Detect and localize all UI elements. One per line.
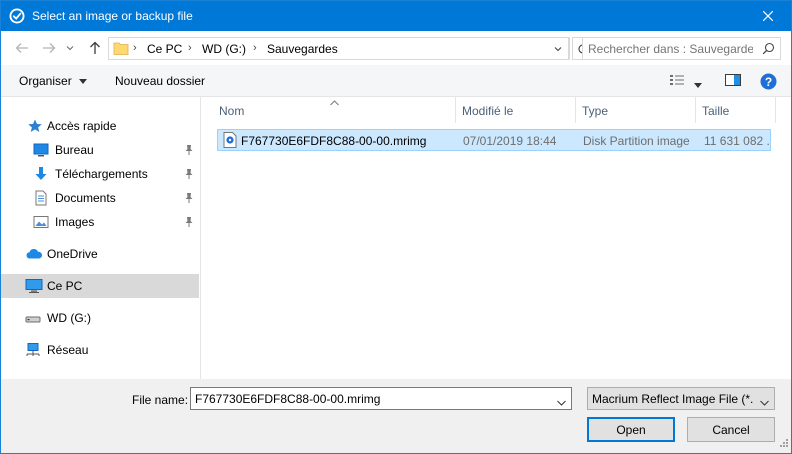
arrow-right-icon [43,43,56,53]
back-button[interactable] [14,40,30,56]
new-folder-button[interactable]: Nouveau dossier [115,74,205,88]
address-dropdown-button[interactable] [547,37,569,60]
help-icon: ? [760,73,777,90]
navigation-pane: Accès rapide Bureau Téléchargements Docu… [1,97,201,379]
address-row: › Ce PC › WD (G:) › Sauvegardes [1,31,791,65]
column-header-size[interactable]: Taille [696,97,776,123]
close-button[interactable] [745,1,791,31]
disk-image-file-icon [223,132,237,151]
breadcrumb-separator: › [253,42,257,54]
list-view-icon [670,75,684,85]
drive-icon [25,310,41,329]
download-icon [33,166,49,185]
table-row[interactable]: F767730E6FDF8C88-00-00.mrimg 07/01/2019 … [217,129,771,151]
pin-icon [184,192,194,207]
breadcrumb-wd-drive[interactable]: WD (G:) [202,42,246,56]
breadcrumb-separator: › [188,42,192,54]
cloud-icon [25,246,43,265]
sidebar-item-documents[interactable]: Documents [1,186,199,210]
sidebar-item-label: WD (G:) [47,311,91,325]
breadcrumb-sauvegardes[interactable]: Sauvegardes [267,42,338,56]
filename-combobox[interactable] [190,387,572,410]
open-button[interactable]: Open [587,417,675,442]
sidebar-item-images[interactable]: Images [1,210,199,234]
computer-icon [25,278,43,297]
search-icon [762,42,775,58]
pin-icon [184,216,194,231]
image-icon [33,214,49,233]
up-button[interactable] [87,40,103,56]
organize-button[interactable]: Organiser [19,74,88,88]
dialog-footer: File name: Macrium Reflect Image File (*… [1,379,791,453]
breadcrumb-ce-pc[interactable]: Ce PC [147,42,182,56]
column-header-type[interactable]: Type [576,97,696,123]
chevron-down-icon [66,46,74,51]
sidebar-item-label: Documents [55,191,116,205]
document-icon [33,190,49,209]
desktop-icon [33,142,49,161]
column-header-name[interactable]: Nom [213,97,456,123]
change-view-button[interactable] [669,73,685,90]
sidebar-item-telechargements[interactable]: Téléchargements [1,162,199,186]
cancel-button[interactable]: Cancel [687,417,775,442]
sidebar-item-bureau[interactable]: Bureau [1,138,199,162]
sidebar-item-label: Bureau [55,143,94,157]
command-bar: Organiser Nouveau dossier ? [1,65,791,97]
column-header-modified[interactable]: Modifié le [456,97,576,123]
file-dialog-window: Select an image or backup file › Ce PC ›… [0,0,792,454]
caret-down-icon [694,83,702,88]
file-size-cell: 11 631 082 ... [704,134,770,148]
recent-locations-button[interactable] [65,40,75,56]
sidebar-item-label: OneDrive [47,247,98,261]
svg-text:?: ? [765,75,772,89]
sidebar-item-quick-access[interactable]: Accès rapide [1,114,199,138]
view-options-dropdown[interactable] [694,78,702,92]
sidebar-item-wd-drive[interactable]: WD (G:) [1,306,199,330]
address-bar[interactable]: › Ce PC › WD (G:) › Sauvegardes [108,37,570,60]
close-icon [763,11,773,21]
preview-pane-button[interactable] [725,73,741,90]
sidebar-item-onedrive[interactable]: OneDrive [1,242,199,266]
sidebar-item-label: Téléchargements [55,167,148,181]
file-name-cell: F767730E6FDF8C88-00-00.mrimg [241,134,427,148]
sidebar-item-label: Accès rapide [47,119,117,133]
window-title: Select an image or backup file [32,9,193,23]
resize-grip-icon[interactable] [779,437,789,451]
network-icon [25,342,41,361]
sidebar-item-reseau[interactable]: Réseau [1,338,199,362]
search-input[interactable] [588,41,753,56]
star-icon [27,118,43,137]
file-type-cell: Disk Partition image [583,134,690,148]
filetype-selected-value: Macrium Reflect Image File (*.mrimg) [592,392,754,406]
pin-icon [184,144,194,159]
folder-icon [113,41,129,59]
preview-pane-icon [725,74,741,86]
sidebar-item-label: Ce PC [47,279,83,293]
organize-label: Organiser [19,74,72,88]
pin-icon [184,168,194,183]
filename-label: File name: [132,393,189,407]
file-list: Nom Modifié le Type Taille F767730E6FDF8… [201,97,791,379]
arrow-left-icon [15,43,28,53]
filename-input[interactable] [195,391,545,406]
arrow-up-icon [90,41,100,54]
sidebar-item-label: Images [55,215,95,229]
sidebar-item-label: Réseau [47,343,89,357]
app-icon [9,8,25,24]
sidebar-item-ce-pc[interactable]: Ce PC [1,274,199,298]
help-button[interactable]: ? [760,73,777,93]
chevron-down-icon [760,395,769,409]
caret-down-icon [79,78,88,84]
title-bar: Select an image or backup file [1,1,791,31]
search-box[interactable] [582,37,781,60]
file-modified-cell: 07/01/2019 18:44 [463,134,557,148]
chevron-down-icon [554,46,561,51]
filetype-select[interactable]: Macrium Reflect Image File (*.mrimg) [587,387,775,410]
breadcrumb-separator: › [133,42,137,54]
chevron-down-icon[interactable] [557,395,566,409]
forward-button[interactable] [41,40,57,56]
